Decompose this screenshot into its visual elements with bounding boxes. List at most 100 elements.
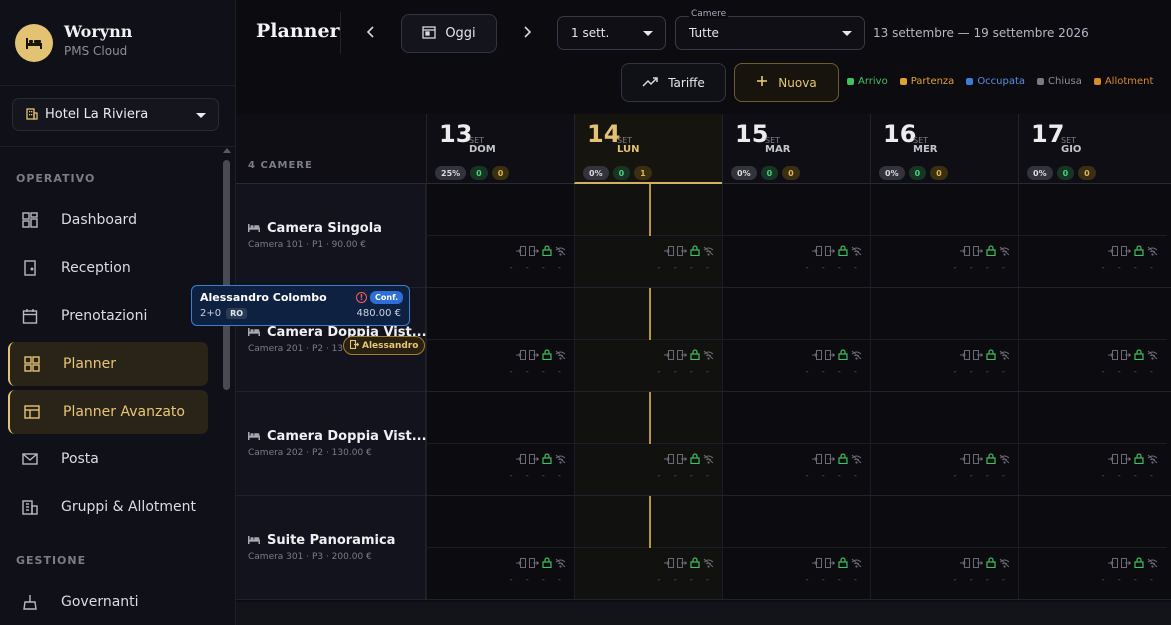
cell-booking-area[interactable] — [427, 288, 575, 340]
lock-icon[interactable] — [986, 449, 996, 468]
wifi-off-icon[interactable] — [1147, 241, 1158, 260]
sidebar-item-planner[interactable]: Planner — [8, 342, 208, 386]
checkin-icon[interactable] — [664, 241, 674, 260]
cell-booking-area[interactable] — [427, 496, 575, 548]
day-column-header[interactable]: 17 SET GIO 0% 0 0 — [1018, 114, 1166, 184]
lock-icon[interactable] — [838, 345, 848, 364]
cell-booking-area[interactable] — [871, 288, 1019, 340]
checkin-icon[interactable] — [1108, 345, 1118, 364]
next-week-button[interactable] — [517, 22, 537, 42]
cell-booking-area[interactable] — [723, 496, 871, 548]
cell-booking-area[interactable] — [575, 496, 723, 548]
cell-booking-area[interactable] — [871, 392, 1019, 444]
cell-booking-area[interactable] — [575, 288, 723, 340]
checkout-icon[interactable] — [825, 553, 836, 572]
day-cell[interactable]: - - - - — [574, 184, 723, 287]
day-column-header[interactable]: 13 SET DOM 25% 0 0 — [426, 114, 574, 184]
lock-icon[interactable] — [542, 345, 552, 364]
checkout-icon[interactable] — [973, 241, 984, 260]
wifi-off-icon[interactable] — [851, 345, 862, 364]
day-cell[interactable]: - - - - — [1018, 392, 1167, 495]
checkin-icon[interactable] — [1108, 241, 1118, 260]
period-select[interactable]: 1 sett. — [557, 16, 666, 50]
hotel-select[interactable]: Hotel La Riviera — [12, 98, 219, 131]
today-button[interactable]: Oggi — [401, 14, 497, 53]
checkin-icon[interactable] — [516, 241, 526, 260]
cell-booking-area[interactable] — [1019, 184, 1167, 236]
day-cell[interactable]: - - - - — [426, 288, 575, 391]
cell-booking-area[interactable] — [723, 288, 871, 340]
checkout-icon[interactable] — [973, 449, 984, 468]
cell-booking-area[interactable] — [427, 184, 575, 236]
day-cell[interactable]: - - - - — [870, 392, 1019, 495]
cell-booking-area[interactable] — [575, 184, 723, 236]
checkin-icon[interactable] — [960, 553, 970, 572]
lock-icon[interactable] — [542, 553, 552, 572]
day-cell[interactable]: - - - - — [574, 392, 723, 495]
wifi-off-icon[interactable] — [1147, 449, 1158, 468]
lock-icon[interactable] — [690, 553, 700, 572]
checkout-icon[interactable] — [825, 449, 836, 468]
day-cell[interactable]: - - - - — [426, 496, 575, 599]
checkin-icon[interactable] — [664, 553, 674, 572]
prev-week-button[interactable] — [361, 22, 381, 42]
checkout-icon[interactable] — [677, 241, 688, 260]
wifi-off-icon[interactable] — [703, 553, 714, 572]
wifi-off-icon[interactable] — [851, 553, 862, 572]
checkin-icon[interactable] — [516, 345, 526, 364]
checkout-icon[interactable] — [529, 241, 540, 260]
day-column-header[interactable]: 15 SET MAR 0% 0 0 — [722, 114, 870, 184]
sidebar-item-gruppi-allotment[interactable]: Gruppi & Allotment — [8, 485, 208, 529]
room-info[interactable]: Suite Panoramica Camera 301 · P3 · 200.00… — [236, 496, 426, 599]
wifi-off-icon[interactable] — [851, 241, 862, 260]
rooms-select[interactable]: Tutte — [675, 16, 865, 50]
checkout-icon[interactable] — [973, 553, 984, 572]
lock-icon[interactable] — [986, 553, 996, 572]
day-cell[interactable]: - - - - — [722, 288, 871, 391]
wifi-off-icon[interactable] — [999, 345, 1010, 364]
lock-icon[interactable] — [1134, 449, 1144, 468]
lock-icon[interactable] — [986, 241, 996, 260]
day-cell[interactable]: - - - - — [870, 288, 1019, 391]
cell-booking-area[interactable] — [1019, 496, 1167, 548]
new-booking-button[interactable]: Nuova — [734, 63, 839, 102]
checkout-pill[interactable]: Alessandro — [343, 336, 426, 355]
cell-booking-area[interactable] — [1019, 392, 1167, 444]
cell-booking-area[interactable] — [1019, 288, 1167, 340]
checkin-icon[interactable] — [960, 345, 970, 364]
cell-booking-area[interactable] — [427, 392, 575, 444]
wifi-off-icon[interactable] — [703, 345, 714, 364]
checkout-icon[interactable] — [529, 553, 540, 572]
wifi-off-icon[interactable] — [999, 553, 1010, 572]
cell-booking-area[interactable] — [871, 496, 1019, 548]
checkin-icon[interactable] — [960, 241, 970, 260]
lock-icon[interactable] — [986, 345, 996, 364]
checkout-icon[interactable] — [677, 449, 688, 468]
sidebar-item-dashboard[interactable]: Dashboard — [8, 198, 208, 242]
wifi-off-icon[interactable] — [703, 449, 714, 468]
sidebar-item-posta[interactable]: Posta — [8, 437, 208, 481]
checkin-icon[interactable] — [812, 449, 822, 468]
day-cell[interactable]: - - - - — [1018, 184, 1167, 287]
lock-icon[interactable] — [542, 449, 552, 468]
day-column-header[interactable]: 16 SET MER 0% 0 0 — [870, 114, 1018, 184]
tariffe-button[interactable]: Tariffe — [621, 63, 726, 102]
sidebar-item-prenotazioni[interactable]: Prenotazioni — [8, 294, 208, 338]
checkout-icon[interactable] — [529, 345, 540, 364]
day-cell[interactable]: - - - - — [1018, 496, 1167, 599]
checkout-icon[interactable] — [677, 345, 688, 364]
checkin-icon[interactable] — [664, 449, 674, 468]
wifi-off-icon[interactable] — [999, 241, 1010, 260]
day-cell[interactable]: - - - - — [722, 392, 871, 495]
wifi-off-icon[interactable] — [1147, 553, 1158, 572]
checkin-icon[interactable] — [1108, 449, 1118, 468]
booking-block[interactable]: Alessandro Colombo ! Conf. 2+0 RO 480.00… — [191, 285, 410, 326]
day-column-header-today[interactable]: 14 SET LUN 0% 0 1 — [574, 114, 722, 184]
checkout-icon[interactable] — [973, 345, 984, 364]
cell-booking-area[interactable] — [723, 184, 871, 236]
wifi-off-icon[interactable] — [999, 449, 1010, 468]
lock-icon[interactable] — [542, 241, 552, 260]
checkout-icon[interactable] — [1121, 449, 1132, 468]
checkout-icon[interactable] — [529, 449, 540, 468]
checkin-icon[interactable] — [812, 241, 822, 260]
